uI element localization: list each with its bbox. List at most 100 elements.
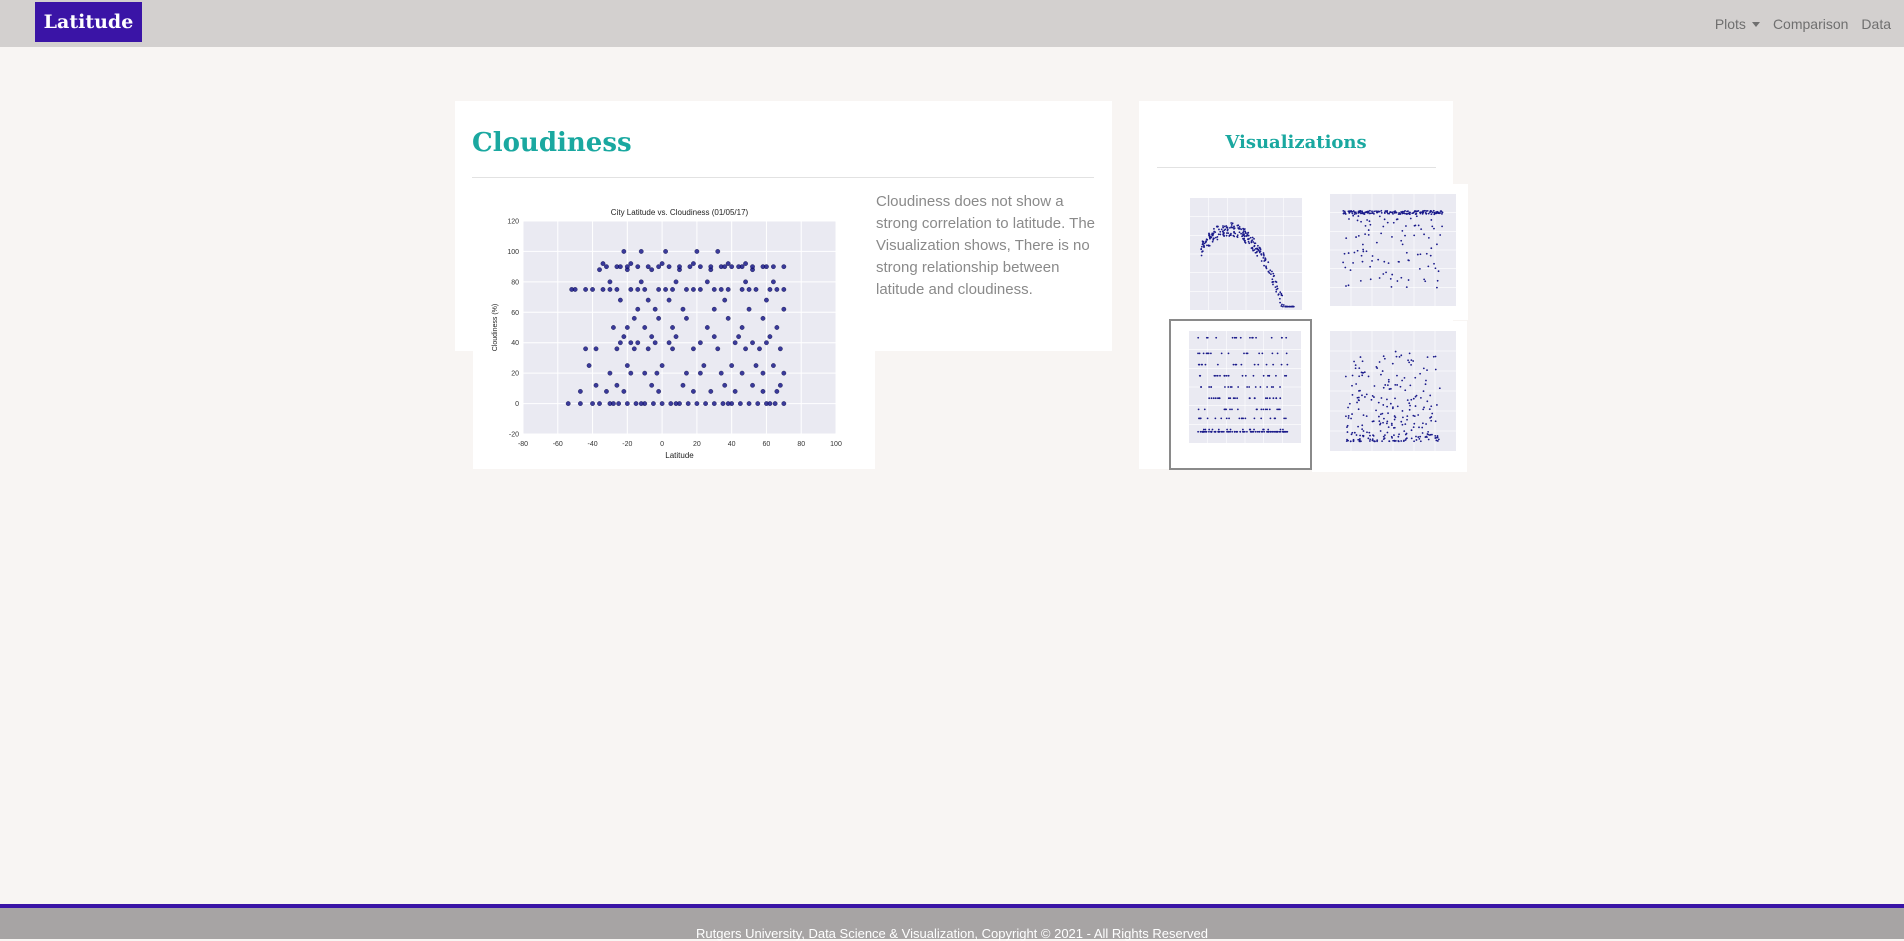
max-temperature-thumbnail[interactable]: [1172, 188, 1312, 318]
data-point: [774, 287, 780, 292]
data-point: [743, 279, 748, 285]
data-point: [698, 287, 703, 292]
data-point: [691, 389, 696, 394]
data-point: [635, 340, 641, 346]
data-point: [739, 370, 745, 376]
x-tick-label: 40: [728, 441, 736, 448]
data-point: [677, 264, 682, 269]
x-tick-label: 80: [797, 441, 805, 448]
y-tick-label: 120: [507, 219, 519, 226]
data-point: [684, 316, 689, 321]
data-point: [771, 279, 776, 285]
data-point: [583, 346, 588, 352]
data-point: [642, 287, 648, 292]
nav-data-link[interactable]: Data: [1861, 16, 1891, 32]
data-point: [607, 370, 613, 376]
data-point: [649, 267, 655, 273]
data-point: [673, 334, 679, 339]
data-point: [781, 401, 787, 406]
y-axis-label: Cloudiness (%): [492, 304, 499, 351]
data-point: [659, 363, 665, 368]
data-point: [624, 401, 630, 406]
data-point: [656, 264, 661, 269]
data-point: [656, 316, 661, 321]
x-tick-label: 100: [830, 441, 842, 448]
data-point: [750, 340, 755, 346]
data-point: [708, 264, 714, 269]
data-point: [722, 382, 728, 388]
data-point: [618, 264, 623, 269]
data-point: [624, 325, 630, 330]
data-point: [616, 401, 621, 406]
data-point: [593, 346, 599, 352]
data-point: [753, 287, 759, 292]
data-point: [633, 401, 639, 406]
data-point: [701, 363, 707, 368]
data-point: [614, 382, 620, 388]
data-point: [691, 346, 696, 352]
y-tick-label: 80: [511, 279, 519, 286]
data-point: [631, 346, 637, 352]
data-point: [725, 261, 731, 266]
data-point: [590, 401, 595, 406]
data-point: [624, 264, 630, 269]
brand-logo[interactable]: Latitude: [35, 2, 142, 42]
data-point: [774, 389, 780, 394]
data-point: [600, 261, 606, 266]
nav-comparison-link[interactable]: Comparison: [1773, 16, 1848, 32]
data-point: [711, 306, 717, 312]
data-point: [718, 370, 724, 376]
data-point: [691, 261, 696, 266]
data-point: [659, 261, 665, 266]
mini-chart-image: [1330, 194, 1456, 306]
mini-chart-image: [1330, 331, 1456, 451]
cloudiness-thumbnail[interactable]: [1169, 319, 1312, 470]
data-point: [781, 306, 787, 312]
y-tick-label: 20: [511, 371, 519, 378]
data-point: [642, 370, 648, 376]
x-tick-label: -60: [553, 441, 563, 448]
data-point: [645, 346, 651, 352]
navbar: Latitude Plots Comparison Data: [0, 0, 1904, 47]
mini-chart-image: [1189, 331, 1301, 443]
data-point: [781, 287, 787, 292]
data-point: [635, 264, 641, 269]
description-text: Cloudiness does not show a strong correl…: [876, 193, 1096, 298]
data-point: [685, 401, 691, 406]
data-point: [680, 306, 686, 312]
data-point: [771, 363, 776, 368]
data-point: [715, 346, 721, 352]
humidity-thumbnail[interactable]: [1312, 184, 1468, 320]
data-point: [757, 346, 762, 352]
x-tick-label: -80: [518, 441, 528, 448]
data-point: [628, 287, 634, 292]
data-point: [583, 287, 588, 292]
data-point: [651, 401, 656, 406]
data-point: [604, 264, 609, 269]
data-point: [614, 287, 620, 292]
data-point: [645, 297, 651, 303]
nav-plots-dropdown[interactable]: Plots: [1715, 16, 1760, 32]
data-point: [691, 287, 696, 292]
data-point: [738, 401, 743, 406]
data-point: [722, 264, 728, 269]
data-point: [618, 340, 623, 346]
data-point: [600, 287, 606, 292]
data-point: [590, 287, 595, 292]
data-point: [711, 401, 717, 406]
data-point: [635, 287, 641, 292]
data-point: [739, 325, 745, 330]
cloudiness-chart: -80 -60 -40 -20 0 20 40 60 80 100 -20 0 20 40 60 80 100 1…: [473, 196, 875, 469]
data-point: [739, 287, 745, 292]
data-point: [781, 264, 787, 269]
data-point: [649, 334, 655, 339]
data-point: [718, 287, 724, 292]
data-point: [760, 389, 766, 394]
data-point: [746, 306, 752, 312]
data-point: [704, 325, 710, 330]
wind-speed-thumbnail[interactable]: [1312, 321, 1467, 472]
data-point: [670, 287, 675, 292]
data-point: [652, 340, 658, 346]
data-point: [666, 340, 672, 346]
x-tick-label: -40: [587, 441, 597, 448]
